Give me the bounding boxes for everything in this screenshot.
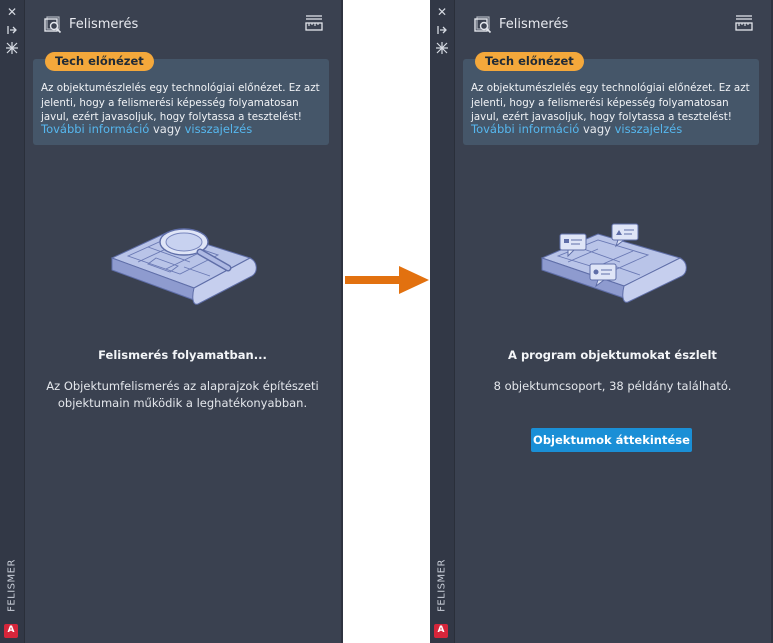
notice-links: További információ vagy visszajelzés xyxy=(471,122,682,136)
review-objects-button[interactable]: Objektumok áttekintése xyxy=(531,428,692,452)
status-title: A program objektumokat észlelt xyxy=(508,348,717,362)
panel-header: Felismerés xyxy=(454,0,771,48)
ruler-settings-icon[interactable] xyxy=(305,15,323,35)
floor-plan-magnifier-illustration xyxy=(110,228,257,305)
more-info-link[interactable]: További információ xyxy=(41,122,149,136)
autocad-logo-icon: A xyxy=(4,624,18,638)
close-icon[interactable]: ✕ xyxy=(6,6,18,18)
palette-vertical-label: FELISMER xyxy=(436,559,448,612)
panel-header: Felismerés xyxy=(24,0,341,48)
palette-side-strip: ✕ FELISMER A xyxy=(430,0,455,643)
properties-icon[interactable] xyxy=(6,42,18,54)
notice-text: Az objektumészlelés egy technológiai elő… xyxy=(471,82,750,123)
tech-preview-notice: Tech előnézet Az objektumészlelés egy te… xyxy=(33,52,329,145)
recognition-panel-before: ✕ FELISMER A Felismerés Tech előnézet Az… xyxy=(0,0,343,643)
floor-plan-detected-illustration xyxy=(540,223,687,303)
panel-title: Felismerés xyxy=(69,17,139,32)
notice-text: Az objektumészlelés egy technológiai elő… xyxy=(41,82,320,123)
recognition-icon xyxy=(44,16,62,38)
properties-icon[interactable] xyxy=(436,42,448,54)
close-icon[interactable]: ✕ xyxy=(436,6,448,18)
panel-border xyxy=(341,0,343,643)
status-description-line-1: Az Objektumfelismerés az alaprajzok épít… xyxy=(46,379,319,393)
ruler-settings-icon[interactable] xyxy=(735,15,753,35)
notice-links: További információ vagy visszajelzés xyxy=(41,122,252,136)
palette-vertical-label: FELISMER xyxy=(6,559,18,612)
collapse-icon[interactable] xyxy=(436,24,448,36)
or-text: vagy xyxy=(582,122,611,136)
palette-side-strip: ✕ FELISMER A xyxy=(0,0,25,643)
status-description-line-2: objektumain működik a leghatékonyabban. xyxy=(57,396,308,410)
more-info-link[interactable]: További információ xyxy=(471,122,579,136)
tech-preview-badge: Tech előnézet xyxy=(475,52,584,71)
tech-preview-badge: Tech előnézet xyxy=(45,52,154,71)
tech-preview-notice: Tech előnézet Az objektumészlelés egy te… xyxy=(463,52,759,145)
feedback-link[interactable]: visszajelzés xyxy=(615,122,683,136)
status-description: 8 objektumcsoport, 38 példány található. xyxy=(493,379,732,393)
feedback-link[interactable]: visszajelzés xyxy=(185,122,253,136)
status-title: Felismerés folyamatban... xyxy=(98,348,267,362)
transition-arrow-icon xyxy=(345,266,429,294)
recognition-icon xyxy=(474,16,492,38)
panel-title: Felismerés xyxy=(499,17,569,32)
or-text: vagy xyxy=(152,122,181,136)
collapse-icon[interactable] xyxy=(6,24,18,36)
autocad-logo-icon: A xyxy=(434,624,448,638)
recognition-panel-after: ✕ FELISMER A Felismerés Tech előnézet Az… xyxy=(430,0,773,643)
